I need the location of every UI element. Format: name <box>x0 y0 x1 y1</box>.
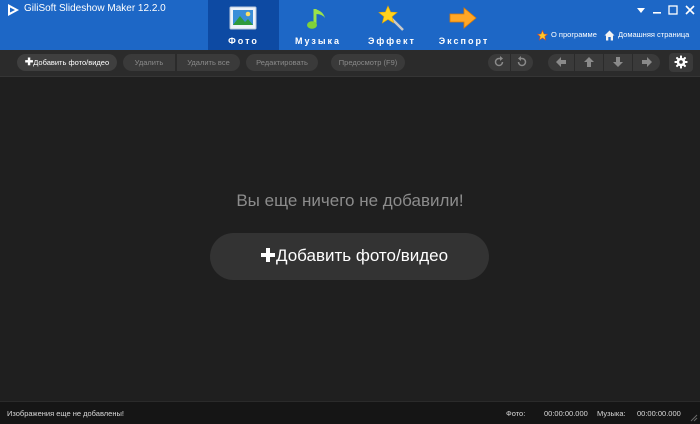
rotate-right-icon <box>517 56 527 67</box>
app-title: GiliSoft Slideshow Maker 12.2.0 <box>24 3 166 14</box>
plus-icon <box>261 248 275 262</box>
homepage-link[interactable]: Домашняя страница <box>604 29 698 41</box>
homepage-link-label: Домашняя страница <box>618 30 690 39</box>
rotate-left-icon <box>494 56 504 67</box>
add-photo-video-button[interactable]: ✚Добавить фото/видео <box>17 54 117 71</box>
arrow-left-icon <box>556 57 566 67</box>
add-photo-video-large-label: Добавить фото/видео <box>276 246 449 265</box>
empty-state-message: Вы еще ничего не добавили! <box>236 191 464 210</box>
music-duration-value: 00:00:00.000 <box>637 409 681 418</box>
tab-photo-label: Фото <box>228 36 259 46</box>
tab-export-label: Экспорт <box>438 36 490 46</box>
title-bar: GiliSoft Slideshow Maker 12.2.0 Фото Муз… <box>0 0 700 50</box>
tab-photo[interactable]: Фото <box>208 0 279 50</box>
delete-all-button[interactable]: Удалить все <box>176 54 240 71</box>
edit-button[interactable]: Редактировать <box>246 54 318 71</box>
move-right-button[interactable] <box>633 54 660 71</box>
move-left-button[interactable] <box>548 54 574 71</box>
media-workspace: Вы еще ничего не добавили! Добавить фото… <box>0 77 700 401</box>
status-message: Изображения еще не добавлены! <box>7 409 124 418</box>
photo-duration-value: 00:00:00.000 <box>544 409 588 418</box>
resize-grip-icon[interactable] <box>690 414 698 422</box>
about-medal-icon <box>537 30 548 41</box>
home-icon <box>604 30 615 41</box>
arrow-down-icon <box>613 57 623 67</box>
add-photo-video-large-button[interactable]: Добавить фото/видео <box>210 233 489 280</box>
rotate-left-button[interactable] <box>488 54 510 71</box>
arrow-up-icon <box>584 57 594 67</box>
maximize-icon[interactable] <box>666 3 680 17</box>
move-up-button[interactable] <box>575 54 603 71</box>
toolbar: ✚Добавить фото/видео Удалить Удалить все… <box>0 50 700 77</box>
preview-button[interactable]: Предосмотр (F9) <box>331 54 405 71</box>
export-arrow-icon <box>449 7 477 29</box>
gear-icon <box>674 55 688 69</box>
tab-music[interactable]: Музыка <box>283 0 353 50</box>
about-link[interactable]: О программе <box>537 29 597 41</box>
magic-star-icon <box>378 5 404 31</box>
rotate-right-button[interactable] <box>511 54 533 71</box>
app-logo-icon <box>8 4 19 16</box>
photo-icon <box>229 6 257 30</box>
arrow-right-icon <box>642 57 652 67</box>
close-icon[interactable] <box>683 3 697 17</box>
plus-icon: ✚ <box>24 57 34 68</box>
delete-button[interactable]: Удалить <box>123 54 175 71</box>
window-controls <box>630 3 700 17</box>
tab-effect[interactable]: Эффект <box>357 0 427 50</box>
tab-effect-label: Эффект <box>368 36 416 46</box>
move-down-button[interactable] <box>604 54 632 71</box>
settings-button[interactable] <box>669 53 693 72</box>
about-link-label: О программе <box>551 30 597 39</box>
minimize-icon[interactable] <box>650 3 664 17</box>
music-duration-label: Музыка: <box>597 409 626 418</box>
tab-music-label: Музыка <box>294 36 342 46</box>
menu-dropdown-icon[interactable] <box>634 3 648 17</box>
photo-duration-label: Фото: <box>506 409 526 418</box>
music-note-icon <box>307 9 325 29</box>
add-photo-video-label: Добавить фото/видео <box>33 58 110 67</box>
status-bar: Изображения еще не добавлены! Фото: 00:0… <box>0 401 700 424</box>
tab-export[interactable]: Экспорт <box>429 0 499 50</box>
